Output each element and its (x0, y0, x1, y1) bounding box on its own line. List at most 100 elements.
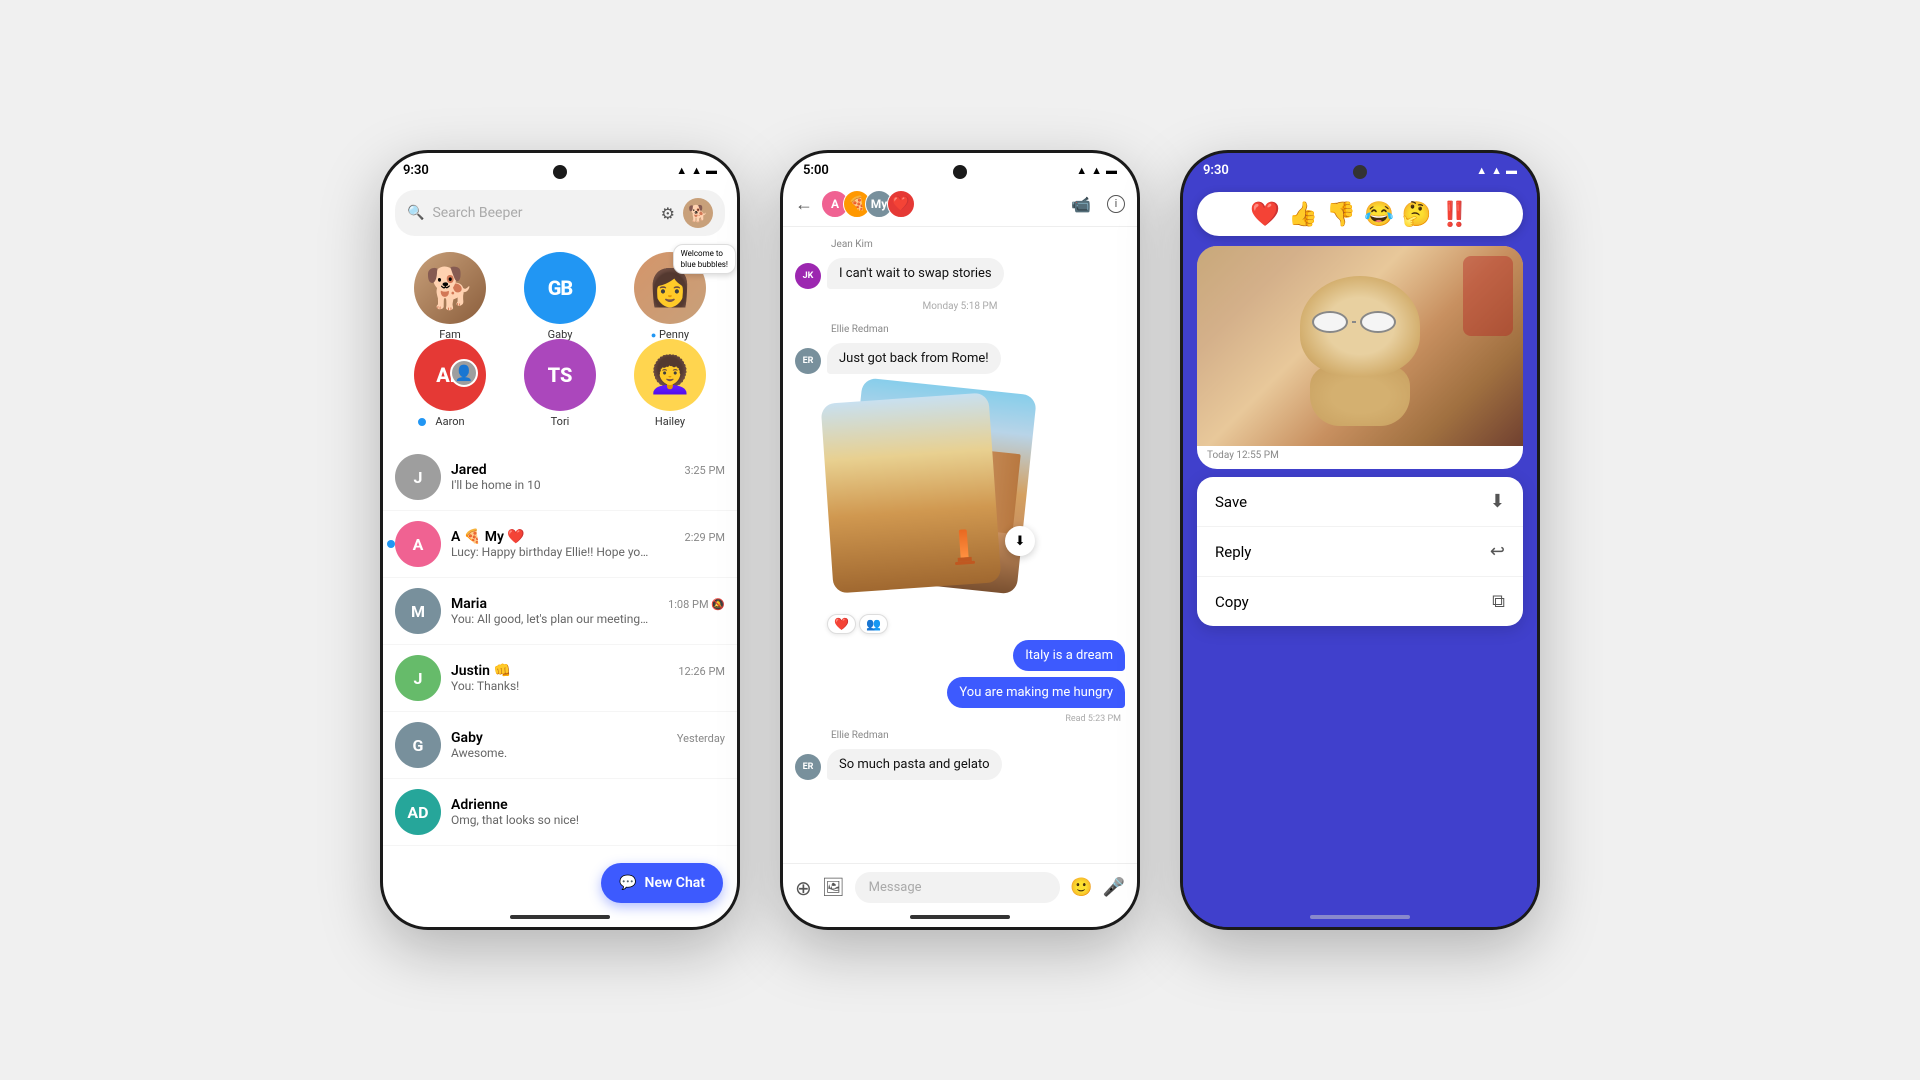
chat-name-justin: Justin 👊 (451, 663, 511, 679)
sender-ellie-1: Ellie Redman (831, 324, 1125, 335)
download-button[interactable]: ⬇ (1005, 526, 1035, 556)
chat-time-gaby: Yesterday (677, 732, 725, 745)
status-time-3: 9:30 (1203, 163, 1229, 178)
mic-icon[interactable]: 🎤 (1103, 877, 1125, 898)
chat-info-gaby: Gaby Yesterday Awesome. (451, 730, 725, 760)
battery-icon-2: ▬ (1106, 164, 1117, 177)
reaction-users[interactable]: 👥 (859, 614, 888, 634)
wine-glass (953, 529, 975, 565)
status-time-1: 9:30 (403, 163, 429, 178)
avatar-gaby: G (395, 722, 441, 768)
read-receipt: Read 5:23 PM (795, 714, 1121, 724)
camera-cutout (553, 165, 567, 179)
msg-avatar-ellie: ER (795, 348, 821, 374)
stories-row-2: AN Aaron 👤 TS Tori 👩‍🦱 Hailey (383, 337, 737, 436)
reaction-btn-thumbsup[interactable]: 👍 (1288, 200, 1318, 228)
reaction-btn-heart[interactable]: ❤️ (1250, 200, 1280, 228)
chair-bg (1463, 256, 1513, 336)
msg-row-2: ER Just got back from Rome! (795, 343, 1125, 374)
chat-bubble-icon: 💬 (619, 875, 636, 891)
story-fam[interactable]: 🐕 Fam (414, 252, 486, 341)
signal-icon: ▲ (691, 164, 702, 177)
chat-info-amy: A 🍕 My ❤️ 2:29 PM Lucy: Happy birthday E… (451, 529, 725, 559)
msg-row-outgoing-1: Italy is a dream (795, 640, 1125, 671)
signal-icon-2: ▲ (1091, 164, 1102, 177)
chat-item-justin[interactable]: J Justin 👊 12:26 PM You: Thanks! (383, 645, 737, 712)
reaction-heart[interactable]: ❤️ (827, 614, 856, 634)
sunglasses (1312, 311, 1396, 333)
chat-item-jared[interactable]: J Jared 3:25 PM I'll be home in 10 (383, 444, 737, 511)
chat-name-maria: Maria (451, 596, 487, 612)
home-indicator-1 (510, 915, 610, 919)
search-bar-right: ⚙ 🐕 (661, 198, 713, 228)
reaction-btn-think[interactable]: 🤔 (1402, 200, 1432, 228)
wifi-icon-3: ▲ (1476, 164, 1487, 177)
info-icon[interactable]: i (1107, 195, 1125, 213)
group-avatars: A 🍕 My ❤️ (821, 190, 915, 218)
bubble-outgoing-2: You are making me hungry (947, 677, 1125, 708)
phone-1-chat-list: 9:30 ▲ ▲ ▬ 🔍 Search Beeper ⚙ 🐕 🐕 (380, 150, 740, 930)
unread-dot-amy (387, 540, 395, 548)
chat-preview-gaby: Awesome. (451, 746, 651, 760)
msg-avatar-jean: JK (795, 263, 821, 289)
search-bar[interactable]: 🔍 Search Beeper ⚙ 🐕 (395, 190, 725, 236)
avatar-amy: A (395, 521, 441, 567)
chat-item-gaby[interactable]: G Gaby Yesterday Awesome. (383, 712, 737, 779)
reaction-btn-thumbsdown[interactable]: 👎 (1326, 200, 1356, 228)
wifi-icon-2: ▲ (1076, 164, 1087, 177)
emoji-icon[interactable]: 🙂 (1070, 877, 1092, 898)
video-icon[interactable]: 📹 (1071, 195, 1091, 214)
chat-info-justin: Justin 👊 12:26 PM You: Thanks! (451, 663, 725, 693)
home-indicator-2 (910, 915, 1010, 919)
menu-item-save[interactable]: Save ⬇ (1197, 477, 1523, 527)
image-group: ⬇ (827, 386, 1037, 606)
gear-icon[interactable]: ⚙ (661, 204, 675, 223)
emoji-reactions-bar: ❤️ 👍 👎 😂 🤔 ‼️ (1197, 192, 1523, 236)
story-gaby[interactable]: GB Gaby (524, 252, 596, 341)
reply-icon: ↩ (1490, 541, 1505, 562)
signal-icon-3: ▲ (1491, 164, 1502, 177)
avatar-maria: M (395, 588, 441, 634)
chat-item-maria[interactable]: M Maria 1:08 PM 🔕 You: All good, let's p… (383, 578, 737, 645)
chat-time-maria: 1:08 PM 🔕 (668, 598, 725, 611)
copy-icon: ⧉ (1492, 591, 1505, 612)
dog-head (1300, 276, 1420, 376)
back-button[interactable]: ← (795, 194, 813, 215)
home-indicator-3 (1310, 915, 1410, 919)
reaction-btn-laugh[interactable]: 😂 (1364, 200, 1394, 228)
story-penny[interactable]: Welcome toblue bubbles! 👩 ● Penny (634, 252, 706, 341)
bubble-3: So much pasta and gelato (827, 749, 1002, 780)
chat-info-jared: Jared 3:25 PM I'll be home in 10 (451, 462, 725, 492)
dog-timestamp: Today 12:55 PM (1197, 446, 1523, 461)
message-input[interactable]: Message (855, 872, 1061, 903)
chat-preview-justin: You: Thanks! (451, 679, 651, 693)
reactions-row: ❤️ 👥 (827, 614, 1125, 634)
menu-item-copy[interactable]: Copy ⧉ (1197, 577, 1523, 626)
reaction-btn-exclaim[interactable]: ‼️ (1440, 200, 1470, 228)
chat-time-justin: 12:26 PM (678, 665, 725, 678)
chat-name-amy: A 🍕 My ❤️ (451, 529, 525, 545)
chat-name-jared: Jared (451, 462, 487, 478)
status-icons-3: ▲ ▲ ▬ (1476, 164, 1517, 177)
chat-item-adrienne[interactable]: AD Adrienne Omg, that looks so nice! (383, 779, 737, 846)
battery-icon-3: ▬ (1506, 164, 1517, 177)
status-icons-2: ▲ ▲ ▬ (1076, 164, 1117, 177)
sender-ellie-2: Ellie Redman (831, 730, 1125, 741)
save-icon: ⬇ (1490, 491, 1505, 512)
story-hailey[interactable]: 👩‍🦱 Hailey (634, 339, 706, 428)
story-avatar-fam: 🐕 (414, 252, 486, 324)
msg-avatar-ellie-2: ER (795, 754, 821, 780)
user-avatar[interactable]: 🐕 (683, 198, 713, 228)
chat-item-amy[interactable]: A A 🍕 My ❤️ 2:29 PM Lucy: Happy birthday… (383, 511, 737, 578)
chat-list: J Jared 3:25 PM I'll be home in 10 A A 🍕… (383, 444, 737, 846)
date-divider: Monday 5:18 PM (795, 301, 1125, 312)
new-chat-button[interactable]: 💬 New Chat (601, 863, 723, 903)
plus-icon[interactable]: ⊕ (795, 876, 812, 900)
story-tori[interactable]: TS Tori (524, 339, 596, 428)
phone3-content: ❤️ 👍 👎 😂 🤔 ‼️ (1183, 192, 1537, 930)
avatar-adrienne: AD (395, 789, 441, 835)
story-aaron[interactable]: AN Aaron 👤 (414, 339, 486, 428)
sticker-icon[interactable]: 🖼 (822, 877, 845, 898)
menu-item-reply[interactable]: Reply ↩ (1197, 527, 1523, 577)
chat-info-maria: Maria 1:08 PM 🔕 You: All good, let's pla… (451, 596, 725, 626)
